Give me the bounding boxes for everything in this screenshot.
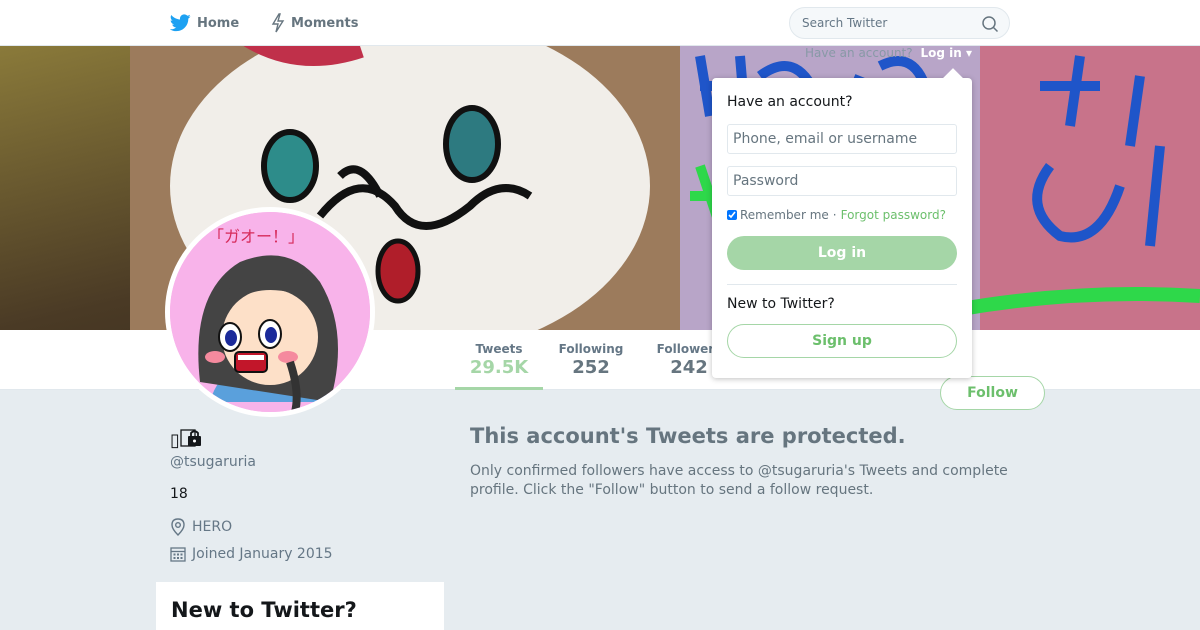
profile-joined-text: Joined January 2015 — [192, 546, 333, 562]
username-field[interactable] — [727, 124, 957, 154]
search-input[interactable] — [802, 16, 972, 30]
new-to-twitter-label: New to Twitter? — [727, 296, 835, 312]
stat-tweets-label: Tweets — [475, 342, 523, 356]
header-login-link-label: Log in — [920, 46, 962, 60]
nav-moments[interactable]: Moments — [271, 0, 358, 46]
lock-icon — [180, 429, 201, 447]
new-to-twitter-card: New to Twitter? — [156, 582, 444, 630]
stat-following-label: Following — [558, 342, 624, 356]
profile-bio: 18 — [170, 486, 188, 502]
search-box — [789, 7, 1010, 39]
stat-tweets[interactable]: Tweets 29.5K — [455, 342, 543, 390]
remember-me-label: Remember me — [740, 208, 829, 222]
nav-home-label: Home — [197, 15, 240, 31]
login-button[interactable]: Log in — [727, 236, 957, 270]
stat-tweets-value: 29.5K — [469, 357, 529, 378]
lightning-icon — [271, 13, 285, 33]
profile-name: ▯ — [170, 428, 202, 451]
nav-home[interactable]: Home — [170, 0, 239, 46]
calendar-icon — [170, 547, 186, 562]
remember-me-checkbox[interactable] — [727, 210, 737, 220]
search-icon[interactable] — [981, 15, 999, 33]
avatar-caption: 「ガオー！」 — [208, 227, 304, 246]
profile-name-text: ▯ — [170, 430, 180, 451]
separator-dot: · — [832, 208, 837, 222]
avatar-image: 「ガオー！」 — [170, 212, 370, 412]
header-login-link[interactable]: Log in ▾ — [920, 46, 972, 60]
profile-joined: Joined January 2015 — [170, 546, 333, 562]
location-pin-icon — [171, 518, 185, 536]
login-dropdown: Have an account? Remember me · Forgot pa… — [712, 68, 972, 378]
new-to-twitter-title: New to Twitter? — [171, 598, 357, 622]
twitter-bird-icon — [170, 14, 191, 32]
dropdown-divider — [727, 284, 957, 285]
avatar[interactable]: 「ガオー！」 — [165, 207, 375, 417]
profile-location: HERO — [170, 518, 232, 536]
have-account-text: Have an account? — [805, 46, 913, 60]
profile-handle[interactable]: @tsugaruria — [170, 454, 256, 470]
protected-title: This account's Tweets are protected. — [470, 424, 906, 448]
top-nav-bar: Home Moments — [0, 0, 1200, 46]
profile-location-text: HERO — [192, 519, 233, 535]
forgot-password-link[interactable]: Forgot password? — [841, 208, 946, 222]
caret-down-icon: ▾ — [965, 46, 972, 60]
nav-moments-label: Moments — [291, 15, 359, 31]
stat-following-value: 252 — [572, 357, 610, 378]
follow-button[interactable]: Follow — [940, 376, 1045, 410]
remember-row: Remember me · Forgot password? — [727, 208, 946, 222]
signup-button[interactable]: Sign up — [727, 324, 957, 358]
password-field[interactable] — [727, 166, 957, 196]
protected-description: Only confirmed followers have access to … — [470, 463, 1008, 498]
dropdown-title: Have an account? — [727, 94, 853, 110]
avatar-artwork: 「ガオー！」 — [170, 212, 370, 412]
stat-following[interactable]: Following 252 — [551, 342, 631, 378]
header-login-prompt: Have an account? Log in ▾ — [805, 46, 972, 60]
